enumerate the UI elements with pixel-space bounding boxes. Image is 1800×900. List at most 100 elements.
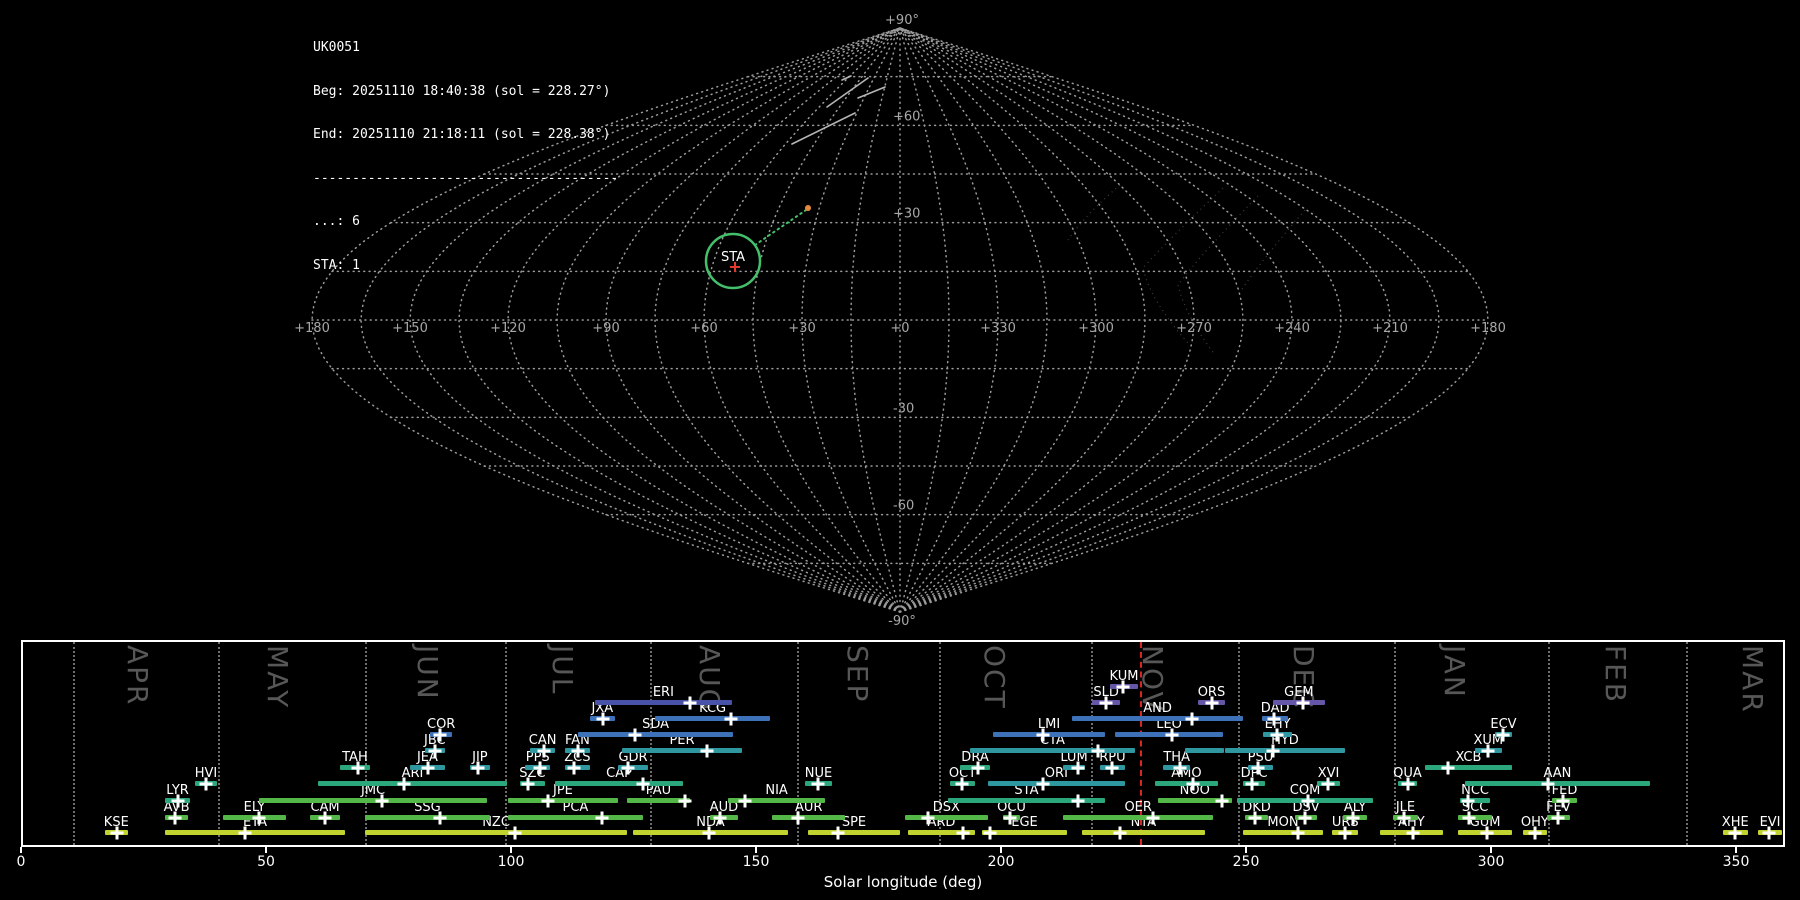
shower-bar <box>1185 748 1224 753</box>
max-marker-PCA <box>596 812 609 825</box>
shower-bar-AND <box>1072 716 1243 721</box>
month-label-JUN: JUN <box>411 645 444 701</box>
shower-timeline-chart: APRMAYJUNJULAUGSEPOCTNOVDECJANFEBMARKSEE… <box>0 0 1800 900</box>
shower-label-GEM: GEM <box>1284 686 1314 699</box>
x-tick-label-0: 0 <box>17 854 26 870</box>
shower-label-ERI: ERI <box>653 686 674 699</box>
shower-label-AND: AND <box>1143 702 1172 715</box>
max-marker-ARD <box>956 827 969 840</box>
end-time: End: 20251110 21:18:11 (sol = 228.38°) <box>313 128 618 143</box>
max-marker-ERI <box>683 697 696 710</box>
x-tick-150 <box>755 847 757 853</box>
max-marker-NZC <box>508 827 521 840</box>
month-label-MAY: MAY <box>261 645 294 709</box>
shower-label-OHY: OHY <box>1521 816 1549 829</box>
shower-label-EVI: EVI <box>1760 816 1781 829</box>
shower-bar-XCB <box>1425 765 1512 770</box>
sta-count: STA: 1 <box>313 259 618 274</box>
sporadic-count: ...: 6 <box>313 215 618 230</box>
max-marker-NTA <box>1114 827 1127 840</box>
shower-bar-CAP <box>555 781 683 786</box>
max-marker-EGE <box>984 827 997 840</box>
month-gridline-MAY <box>218 642 220 845</box>
max-marker-XCB <box>1441 762 1454 775</box>
month-label-JUL: JUL <box>546 645 579 695</box>
shower-bar-JMC <box>259 798 487 803</box>
shower-label-ORS: ORS <box>1198 686 1226 699</box>
x-tick-250 <box>1245 847 1247 853</box>
month-label-APR: APR <box>121 645 154 707</box>
max-marker-NIA <box>739 795 752 808</box>
x-tick-300 <box>1490 847 1492 853</box>
shower-label-LYR: LYR <box>166 784 189 797</box>
max-marker-STA <box>1071 795 1084 808</box>
month-gridline-AUG <box>650 642 652 845</box>
shower-label-ECV: ECV <box>1490 718 1516 731</box>
max-marker-AND <box>1186 713 1199 726</box>
x-tick-350 <box>1735 847 1737 853</box>
shower-label-JIP: JIP <box>472 751 488 764</box>
shower-bar-MON <box>1243 830 1323 835</box>
max-marker-KCG <box>725 713 738 726</box>
max-marker-PER <box>701 745 714 758</box>
x-tick-200 <box>1000 847 1002 853</box>
month-label-MAR: MAR <box>1736 645 1769 714</box>
max-marker-PAU <box>678 795 691 808</box>
max-marker-NOO <box>1215 795 1228 808</box>
separator-line: --------------------------------------- <box>313 172 618 187</box>
shower-bar-ORI <box>988 781 1125 786</box>
begin-time: Beg: 20251110 18:40:38 (sol = 228.27°) <box>313 85 618 100</box>
shower-bar-ERI <box>595 700 732 705</box>
x-tick-100 <box>510 847 512 853</box>
shower-bar-PER <box>622 748 742 753</box>
x-tick-label-50: 50 <box>257 854 275 870</box>
max-marker-SDA <box>628 729 641 742</box>
shower-bar-NZC <box>365 830 627 835</box>
shower-label-TAH: TAH <box>342 751 368 764</box>
x-tick-label-100: 100 <box>498 854 525 870</box>
x-tick-label-350: 350 <box>1723 854 1750 870</box>
shower-bar-SDA <box>578 732 733 737</box>
x-tick-50 <box>265 847 267 853</box>
shower-label-NIA: NIA <box>765 784 787 797</box>
shower-label-KSE: KSE <box>104 816 129 829</box>
x-tick-label-250: 250 <box>1233 854 1260 870</box>
shower-label-XHE: XHE <box>1722 816 1749 829</box>
max-marker-CTA <box>1092 745 1105 758</box>
shower-label-KUM: KUM <box>1110 670 1139 683</box>
shower-bar-HYD <box>1225 748 1345 753</box>
x-tick-0 <box>20 847 22 853</box>
shower-bar-NTA <box>1082 830 1205 835</box>
month-gridline-DEC <box>1238 642 1240 845</box>
x-tick-label-300: 300 <box>1478 854 1505 870</box>
month-label-JAN: JAN <box>1438 645 1471 699</box>
shower-bar-ARI <box>318 781 507 786</box>
shower-label-OER: OER <box>1124 801 1151 814</box>
month-gridline-MAR <box>1686 642 1688 845</box>
shower-bar-CTA <box>970 748 1135 753</box>
month-label-OCT: OCT <box>978 645 1011 710</box>
shower-bar-AAN <box>1465 781 1650 786</box>
observation-info: UK0051 Beg: 20251110 18:40:38 (sol = 228… <box>313 12 618 288</box>
shower-label-SPE: SPE <box>842 816 866 829</box>
shower-label-JLE: JLE <box>1396 801 1415 814</box>
shower-label-QUA: QUA <box>1393 767 1422 780</box>
month-label-SEP: SEP <box>841 645 874 703</box>
shower-label-HVI: HVI <box>195 767 218 780</box>
shower-label-NUE: NUE <box>805 767 832 780</box>
shower-bar-DSX <box>905 815 988 820</box>
shower-label-XVI: XVI <box>1318 767 1340 780</box>
shower-bar-JPE <box>508 798 618 803</box>
shower-label-AAN: AAN <box>1543 767 1571 780</box>
month-label-FEB: FEB <box>1599 645 1632 704</box>
shower-label-MON: MON <box>1267 816 1298 829</box>
shower-bar-SPE <box>808 830 900 835</box>
x-tick-label-200: 200 <box>988 854 1015 870</box>
shower-bar-SSG <box>365 815 490 820</box>
shower-bar-AUR <box>772 815 845 820</box>
x-axis-title: Solar longitude (deg) <box>824 873 982 891</box>
month-gridline-APR <box>73 642 75 845</box>
shower-label-COR: COR <box>427 718 455 731</box>
station-id: UK0051 <box>313 41 618 56</box>
x-tick-label-150: 150 <box>743 854 770 870</box>
